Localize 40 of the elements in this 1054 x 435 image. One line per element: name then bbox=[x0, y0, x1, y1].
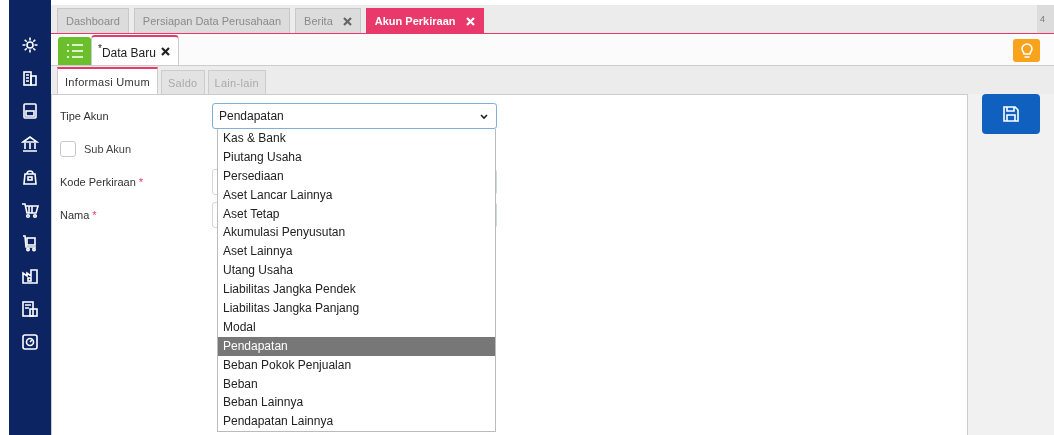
safe-icon[interactable] bbox=[21, 333, 39, 351]
tab[interactable]: Akun Perkiraan bbox=[365, 8, 484, 33]
building-icon[interactable] bbox=[21, 69, 39, 87]
dropdown-option[interactable]: Kas & Bank bbox=[218, 129, 495, 148]
document-tab[interactable]: $^{*}$Data Baru bbox=[91, 35, 179, 65]
save-icon bbox=[1002, 105, 1020, 123]
dropdown-option[interactable]: Pendapatan Lainnya bbox=[218, 412, 495, 432]
tab-overflow-menu[interactable]: 4 bbox=[1037, 5, 1054, 33]
factory-icon[interactable] bbox=[21, 267, 39, 285]
field-label: Kode Perkiraan * bbox=[60, 176, 145, 188]
dropdown-option[interactable]: Liabilitas Jangka Pendek bbox=[218, 280, 495, 299]
dropdown-option[interactable]: Piutang Usaha bbox=[218, 147, 495, 167]
list-icon bbox=[65, 42, 84, 60]
dropdown-option[interactable]: Aset Lainnya bbox=[218, 242, 495, 262]
dropdown-option[interactable]: Beban Lainnya bbox=[218, 393, 495, 413]
save-button[interactable] bbox=[982, 94, 1040, 134]
close-icon[interactable] bbox=[160, 46, 170, 56]
dropdown-option[interactable]: Pendapatan bbox=[218, 336, 495, 356]
dropdown-option[interactable]: Utang Usaha bbox=[218, 261, 495, 281]
document-icon[interactable] bbox=[21, 102, 39, 120]
checkbox-label: Sub Akun bbox=[84, 143, 132, 155]
report-icon[interactable] bbox=[21, 300, 39, 318]
dropdown-option[interactable]: Akumulasi Penyusutan bbox=[218, 223, 495, 243]
dropdown-option[interactable]: Liabilitas Jangka Panjang bbox=[218, 299, 495, 318]
dropdown-option[interactable]: Beban Pokok Penjualan bbox=[218, 355, 495, 375]
checkbox[interactable] bbox=[60, 141, 76, 157]
tab[interactable]: Informasi Umum bbox=[57, 67, 158, 94]
dropdown-option[interactable]: Persediaan bbox=[218, 166, 495, 186]
cart-icon[interactable] bbox=[21, 201, 39, 219]
chevron-down-icon bbox=[480, 112, 488, 120]
bag-icon[interactable] bbox=[21, 168, 39, 186]
field-label: Tipe Akun bbox=[60, 110, 110, 122]
cart-box-icon[interactable] bbox=[21, 234, 39, 252]
field-label: Nama * bbox=[60, 209, 98, 221]
dropdown-option[interactable]: Beban bbox=[218, 374, 495, 394]
gear-icon[interactable] bbox=[21, 36, 39, 54]
bank-icon[interactable] bbox=[21, 135, 39, 153]
dropdown-option[interactable]: Aset Lancar Lainnya bbox=[218, 185, 495, 205]
dropdown-option[interactable]: Aset Tetap bbox=[218, 204, 495, 224]
dropdown-option[interactable]: Modal bbox=[218, 317, 495, 337]
